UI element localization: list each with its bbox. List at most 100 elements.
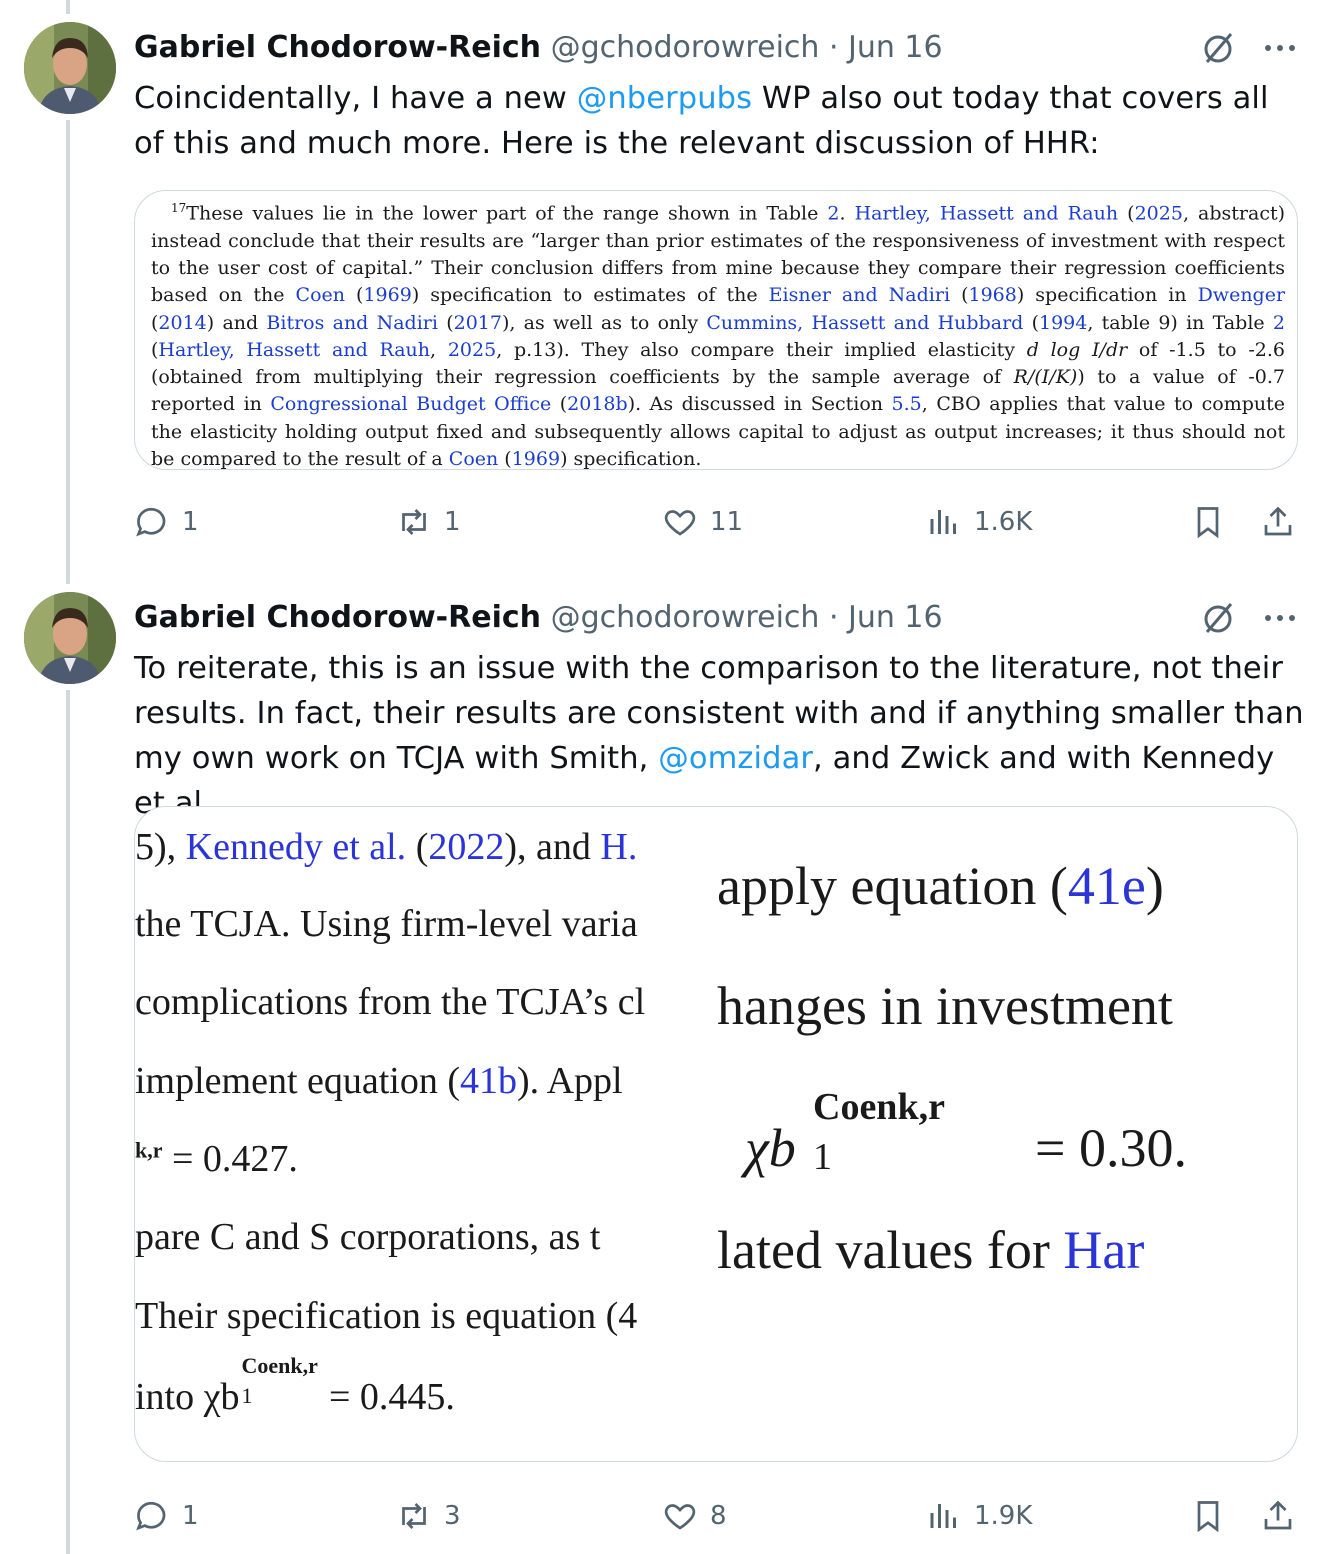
view-count: 1.6K xyxy=(974,507,1033,537)
ref-link: Eisner and Nadiri xyxy=(768,284,951,307)
bookmark-button[interactable] xyxy=(1190,502,1226,542)
text: , p.13). They also compare their implied… xyxy=(496,338,1027,361)
text: = 0.445. xyxy=(319,1376,455,1418)
text: ( xyxy=(1118,202,1135,225)
more-options-icon[interactable] xyxy=(1260,598,1300,638)
footnote-line: (Hartley, Hassett and Rauh, 2025, p.13).… xyxy=(151,337,1285,364)
reply-button[interactable]: 1 xyxy=(134,1496,199,1536)
text: be compared to the result of a xyxy=(151,448,449,470)
repost-icon xyxy=(402,1503,426,1529)
grok-icon[interactable] xyxy=(1198,28,1238,68)
more-options-icon[interactable] xyxy=(1260,28,1300,68)
text: ). As discussed in Section xyxy=(627,393,892,416)
text: ) xyxy=(1145,856,1164,916)
thread-line-top xyxy=(66,0,70,14)
excerpt-line: into χb Coenk,r 1 = 0.445. xyxy=(135,1353,455,1419)
math: d log I/dr xyxy=(1026,338,1128,361)
views-button[interactable]: 1.6K xyxy=(926,502,1032,542)
text: 5), xyxy=(135,826,186,868)
text: , table 9) in Table xyxy=(1087,311,1273,334)
footnote-line: reported in Congressional Budget Office … xyxy=(151,391,1285,418)
attached-image-excerpt[interactable]: 5), Kennedy et al. (2022), and H. the TC… xyxy=(134,806,1298,1462)
text: implement equation ( xyxy=(135,1060,461,1102)
excerpt-line: implement equation (41b). Appl xyxy=(135,1059,623,1103)
ref-link: 41b xyxy=(460,1060,518,1102)
math: R/(I/K) xyxy=(1013,366,1078,389)
ref-link: Hartley, Hassett and Rauh xyxy=(854,202,1119,225)
ref-link: 2014 xyxy=(158,311,207,334)
ref-link: Coen xyxy=(295,284,345,307)
ref-link: 2018b xyxy=(567,393,628,416)
repost-button[interactable]: 1 xyxy=(396,502,461,542)
text: into χb xyxy=(135,1376,240,1418)
bookmark-button[interactable] xyxy=(1190,1496,1226,1536)
excerpt-line: lated values for Har xyxy=(717,1219,1144,1281)
reply-button[interactable]: 1 xyxy=(134,502,199,542)
share-icon xyxy=(1264,506,1292,536)
bookmark-icon xyxy=(1197,1501,1219,1533)
grok-icon[interactable] xyxy=(1198,598,1238,638)
tweet-text: To reiterate, this is an issue with the … xyxy=(134,646,1304,826)
tweet-text-part: Coincidentally, I have a new xyxy=(134,81,577,116)
repost-button[interactable]: 3 xyxy=(396,1496,461,1536)
text: , xyxy=(430,338,448,361)
author-name[interactable]: Gabriel Chodorow-Reich xyxy=(134,600,541,635)
text: apply equation ( xyxy=(717,856,1068,916)
excerpt-line: 5), Kennedy et al. (2022), and H. xyxy=(135,825,637,869)
footnote-line: be compared to the result of a Coen (196… xyxy=(151,446,1285,470)
subscript: 1 xyxy=(241,1383,253,1408)
tweet-text: Coincidentally, I have a new @nberpubs W… xyxy=(134,76,1304,166)
avatar[interactable] xyxy=(24,592,116,684)
thread-line-connector xyxy=(66,120,70,584)
text: reported in xyxy=(151,393,271,416)
ref-link: 1994 xyxy=(1039,311,1088,334)
ref-link: 1968 xyxy=(968,284,1017,307)
ref-link: Congressional Budget Office xyxy=(270,393,552,416)
ref-link: 2025 xyxy=(1134,202,1183,225)
text: ( xyxy=(437,311,454,334)
like-count: 8 xyxy=(710,1501,727,1531)
reply-icon xyxy=(136,507,166,537)
like-button[interactable]: 11 xyxy=(662,502,743,542)
analytics-icon xyxy=(930,1504,956,1528)
analytics-icon xyxy=(930,510,956,534)
excerpt-left: 5), Kennedy et al. (2022), and H. the TC… xyxy=(135,807,717,1461)
ref-link: Hartley, Hassett and Rauh xyxy=(158,338,431,361)
views-button[interactable]: 1.9K xyxy=(926,1496,1032,1536)
handle-and-date[interactable]: @gchodorowreich · Jun 16 xyxy=(551,30,943,65)
avatar[interactable] xyxy=(24,22,116,114)
tweet-actions: 1 3 8 1.9K xyxy=(134,1496,1304,1536)
author-name[interactable]: Gabriel Chodorow-Reich xyxy=(134,30,541,65)
ref-link: Bitros and Nadiri xyxy=(266,311,438,334)
ref-link: 1969 xyxy=(511,448,561,470)
ref-link: Dwenger xyxy=(1197,284,1286,307)
footnote-line: (obtained from multiplying their regress… xyxy=(151,364,1285,391)
footnote-line: 17These values lie in the lower part of … xyxy=(151,195,1285,228)
attached-image-footnote[interactable]: 17These values lie in the lower part of … xyxy=(134,190,1298,470)
heart-icon xyxy=(664,1504,696,1530)
text: ( xyxy=(345,284,364,307)
tweet-actions: 1 1 11 1.6K xyxy=(134,502,1304,542)
share-icon xyxy=(1264,1500,1292,1530)
mention-link[interactable]: @omzidar xyxy=(658,741,813,776)
ref-link: 41e xyxy=(1067,856,1146,916)
text: ), and xyxy=(504,826,601,868)
handle-and-date[interactable]: @gchodorowreich · Jun 16 xyxy=(551,600,943,635)
heart-icon xyxy=(664,510,696,536)
ref-link: 2 xyxy=(1272,311,1286,334)
text: ( xyxy=(950,284,969,307)
text: based on the xyxy=(151,284,296,307)
ref-link: 2022 xyxy=(428,826,505,868)
text: ( xyxy=(406,826,429,868)
share-button[interactable] xyxy=(1260,1496,1296,1536)
share-button[interactable] xyxy=(1260,502,1296,542)
excerpt-line: Their specification is equation (4 xyxy=(135,1295,638,1337)
like-button[interactable]: 8 xyxy=(662,1496,727,1536)
text: ) to a value of -0.7 xyxy=(1077,366,1285,389)
ref-link: Coen xyxy=(448,448,499,470)
text: , abstract) xyxy=(1182,202,1286,225)
excerpt-line: complications from the TCJA’s cl xyxy=(135,981,646,1023)
superscript: k,r xyxy=(135,1137,163,1163)
mention-link[interactable]: @nberpubs xyxy=(577,81,752,116)
excerpt-line: the TCJA. Using firm-level varia xyxy=(135,903,638,945)
